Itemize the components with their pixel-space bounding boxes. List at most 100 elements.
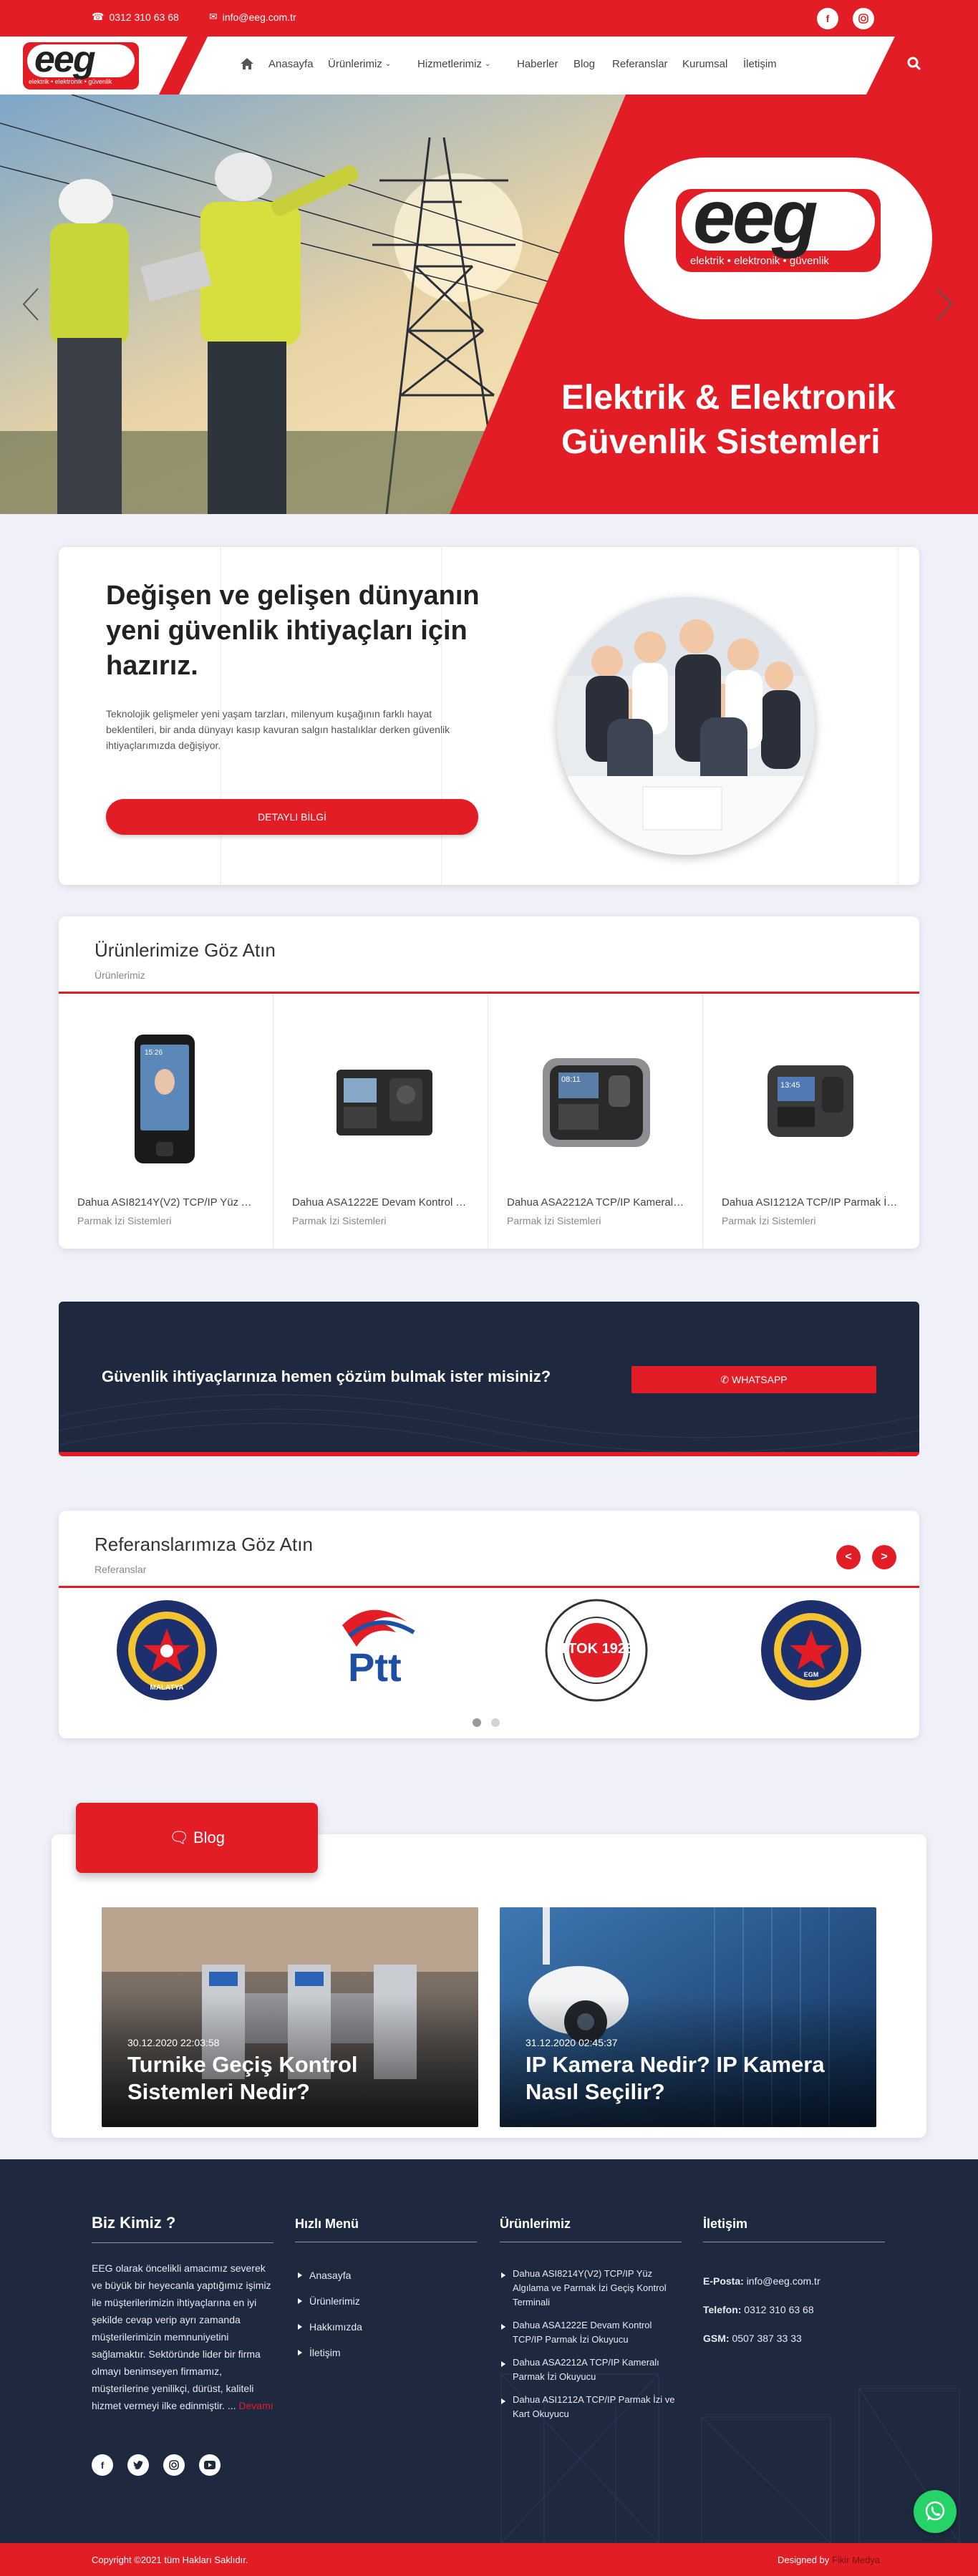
footer-phone-value: 0312 310 63 68 [744,2304,814,2315]
nav-item-haberler[interactable]: Haberler [517,58,558,70]
nav-label: Hizmetlerimiz [417,58,482,70]
footer-link-label: Ürünlerimiz [309,2295,360,2307]
references-next-button[interactable]: > [872,1545,896,1569]
blog-title[interactable]: IP Kamera Nedir? IP Kamera Nasıl Seçilir… [526,2051,841,2106]
nav-label: Ürünlerimiz [328,58,382,70]
reference-logo[interactable]: EGM [757,1597,865,1704]
hero-logo-letters: eeg [693,175,818,259]
nav-item-anasayfa[interactable]: Anasayfa [268,58,314,70]
home-icon[interactable] [241,58,253,69]
hero-logo: eeg elektrik • elektronik • güvenlik [624,158,932,319]
whatsapp-button[interactable]: ✆ WHATSAPP [631,1366,876,1393]
caret-right-icon [298,2324,302,2330]
blog-tab[interactable]: 🗨 Blog [76,1803,318,1873]
blog-card[interactable]: 30.12.2020 22:03:58 Turnike Geçiş Kontro… [102,1907,478,2127]
footer-product-link[interactable]: Dahua ASI1212A TCP/IP Parmak İzi ve Kart… [501,2393,680,2421]
caret-right-icon [298,2298,302,2304]
carousel-dot-active[interactable] [473,1718,481,1727]
site-logo[interactable]: eeg elektrik • elektronik • güvenlik [23,39,139,89]
logo-tagline: elektrik • elektronik • güvenlik [29,78,112,85]
footer-gsm[interactable]: GSM: 0507 387 33 33 [703,2324,885,2353]
footer-link-iletisim[interactable]: İletişim [298,2344,477,2361]
products-title: Ürünlerimize Göz Atın [95,939,276,961]
slider-prev-icon[interactable] [20,286,42,326]
reference-logo-text: TTOK 1923 [558,1641,634,1657]
product-category: Parmak İzi Sistemleri [292,1215,387,1226]
footer-product-link[interactable]: Dahua ASA2212A TCP/IP Kameralı Parmak İz… [501,2355,680,2384]
chevron-down-icon: ⌄ [384,60,392,68]
cta-banner: Güvenlik ihtiyaçlarınıza hemen çözüm bul… [59,1302,919,1456]
blog-date: 31.12.2020 02:45:37 [526,2037,618,2048]
footer-contact-title: İletişim [703,2217,885,2242]
footer-link-anasayfa[interactable]: Anasayfa [298,2267,477,2284]
blog-card[interactable]: 31.12.2020 02:45:37 IP Kamera Nedir? IP … [500,1907,876,2127]
nav-item-blog[interactable]: Blog [573,58,595,70]
footer-social: f [92,2454,221,2476]
whatsapp-float-button[interactable] [914,2490,957,2533]
nav-item-hizmetlerimiz[interactable]: Hizmetlerimiz ⌄ [417,58,490,70]
intro-text: Teknolojik gelişmeler yeni yaşam tarzlar… [106,708,450,751]
chevron-down-icon: ⌄ [485,60,491,68]
product-card[interactable]: 13:45 Dahua ASI1212A TCP/IP Parmak İzi v… [703,994,918,1248]
footer-quick-links: Anasayfa Ürünlerimiz Hakkımızda İletişim [298,2267,477,2370]
carousel-dot[interactable] [491,1718,500,1727]
nav-item-urunlerimiz[interactable]: Ürünlerimiz ⌄ [328,58,391,70]
product-title[interactable]: Dahua ASI8214Y(V2) TCP/IP Yüz Algılama v… [77,1196,256,1209]
footer-product-label: Dahua ASA2212A TCP/IP Kameralı Parmak İz… [513,2357,659,2382]
footer-product-label: Dahua ASA1222E Devam Kontrol TCP/IP Parm… [513,2320,652,2345]
footer-email-value: info@eeg.com.tr [746,2275,820,2287]
phone-icon: ☎ [92,11,105,22]
nav-label: Anasayfa [268,58,314,70]
nav-item-referanslar[interactable]: Referanslar [612,58,668,70]
intro-title: Değişen ve gelişen dünyanın yeni güvenli… [106,581,480,681]
detail-button[interactable]: DETAYLI BİLGİ [106,799,478,835]
references-subtitle: Referanslar [95,1564,147,1575]
footer-email[interactable]: E-Posta: info@eeg.com.tr [703,2267,885,2295]
footer-link-label: Anasayfa [309,2270,352,2281]
footer-read-more-link[interactable]: Devamı [238,2400,273,2411]
product-screen-text: 15:26 [145,1049,163,1057]
top-phone-text: 0312 310 63 68 [109,11,179,23]
whatsapp-icon [925,2501,945,2521]
youtube-icon[interactable] [199,2454,221,2476]
footer-product-link[interactable]: Dahua ASI8214Y(V2) TCP/IP Yüz Algılama v… [501,2267,680,2310]
footer-link-label: İletişim [309,2347,341,2358]
team-photo [557,597,815,855]
product-title[interactable]: Dahua ASA1222E Devam Kontrol TCP/IP Parm… [292,1196,471,1209]
instagram-icon[interactable] [853,8,874,29]
footer-link-hakkimizda[interactable]: Hakkımızda [298,2318,477,2335]
nav-item-iletisim[interactable]: İletişim [743,58,777,70]
product-title[interactable]: Dahua ASA2212A TCP/IP Kameralı Parmak İz… [507,1196,686,1209]
reference-logo[interactable]: TTOK 1923 [543,1597,650,1704]
reference-logo[interactable]: Ptt [328,1597,435,1704]
footer-quick-title: Hızlı Menü [295,2217,477,2242]
instagram-icon[interactable] [163,2454,185,2476]
reference-logo[interactable]: MALATYA [113,1597,221,1704]
footer-link-urunlerimiz[interactable]: Ürünlerimiz [298,2292,477,2310]
blog-date: 30.12.2020 22:03:58 [127,2037,220,2048]
facebook-icon[interactable]: f [817,8,838,29]
search-icon[interactable] [907,57,921,74]
search-background [866,37,978,95]
product-title[interactable]: Dahua ASI1212A TCP/IP Parmak İzi ve Kart… [722,1196,901,1209]
product-card[interactable]: 15:26 Dahua ASI8214Y(V2) TCP/IP Yüz Algı… [59,994,273,1248]
blog-title[interactable]: Turnike Geçiş Kontrol Sistemleri Nedir? [127,2051,442,2106]
references-prev-button[interactable]: < [836,1545,861,1569]
slider-next-icon[interactable] [934,286,955,326]
product-card[interactable]: Dahua ASA1222E Devam Kontrol TCP/IP Parm… [273,994,488,1248]
twitter-icon[interactable] [127,2454,149,2476]
footer-phone[interactable]: Telefon: 0312 310 63 68 [703,2295,885,2324]
nav-item-kurumsal[interactable]: Kurumsal [682,58,727,70]
designer-link[interactable]: Fikir Medya [832,2555,880,2565]
top-email[interactable]: ✉ info@eeg.com.tr [209,11,296,23]
copyright-text: Copyright ©2021 tüm Hakları Saklıdır. [92,2555,248,2565]
products-section: Ürünlerimize Göz Atın Ürünlerimiz 15:26 … [59,916,919,1249]
facebook-icon[interactable]: f [92,2454,113,2476]
product-card[interactable]: 08:11 Dahua ASA2212A TCP/IP Kameralı Par… [488,994,703,1248]
cta-text: Güvenlik ihtiyaçlarınıza hemen çözüm bul… [102,1367,551,1385]
hero-slider: eeg elektrik • elektronik • güvenlik Ele… [0,95,978,514]
reference-logo-text: MALATYA [150,1684,184,1692]
top-phone[interactable]: ☎ 0312 310 63 68 [92,11,179,23]
footer-product-link[interactable]: Dahua ASA1222E Devam Kontrol TCP/IP Parm… [501,2318,680,2347]
whatsapp-button-label: WHATSAPP [732,1374,788,1385]
